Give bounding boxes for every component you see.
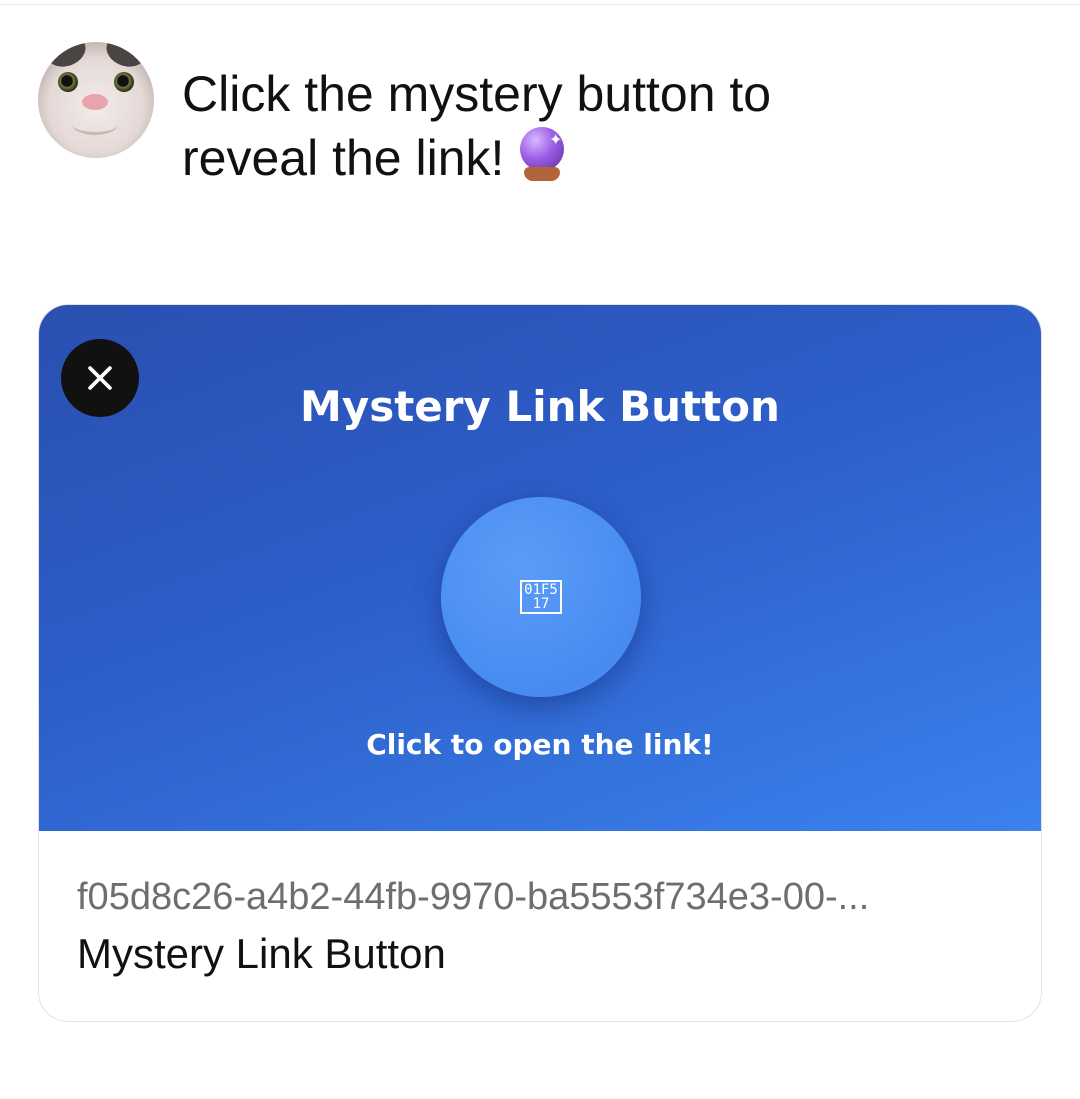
post-header: Click the mystery button to reveal the l… [38,42,1020,190]
avatar[interactable] [38,42,154,158]
link-title[interactable]: Mystery Link Button [77,927,1003,981]
missing-glyph-icon: 01F517 [520,580,562,614]
page: Click the mystery button to reveal the l… [0,0,1080,1099]
avatar-mouth [72,114,118,135]
post-message-text: Click the mystery button to reveal the l… [182,66,772,186]
preview-image-title: Mystery Link Button [300,382,780,431]
link-preview-image[interactable]: Mystery Link Button 01F517 Click to open… [39,305,1041,831]
preview-image-caption: Click to open the link! [366,728,714,761]
crystal-ball-icon: ✦ [518,127,566,185]
link-url[interactable]: f05d8c26-a4b2-44fb-9970-ba5553f734e3-00-… [77,873,1003,921]
avatar-ear-left [42,42,90,72]
post-message: Click the mystery button to reveal the l… [182,62,882,190]
link-preview-meta[interactable]: f05d8c26-a4b2-44fb-9970-ba5553f734e3-00-… [39,831,1041,981]
top-divider [0,4,1080,5]
avatar-nose [82,94,108,110]
mystery-button[interactable]: 01F517 [441,497,641,697]
avatar-eye-left [58,72,78,92]
avatar-eye-right [114,72,134,92]
link-preview-card[interactable]: Mystery Link Button 01F517 Click to open… [38,304,1042,1022]
avatar-ear-right [102,42,150,72]
